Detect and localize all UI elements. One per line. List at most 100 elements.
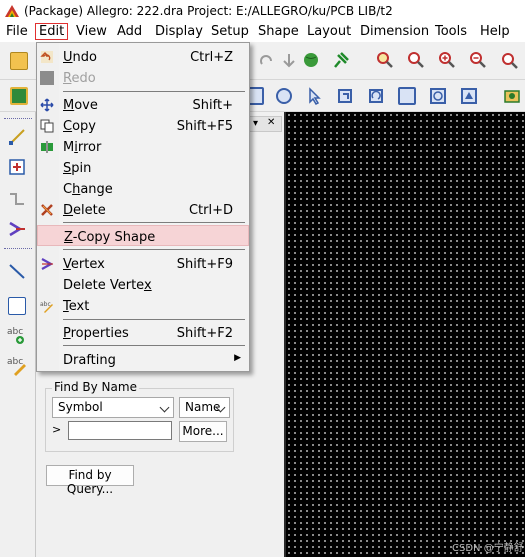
select-arrow-icon[interactable] — [305, 87, 323, 105]
menu-view[interactable]: View — [76, 24, 107, 39]
slide-icon[interactable] — [8, 220, 26, 238]
menu-item-label: Change — [63, 182, 113, 197]
redo-icon — [40, 71, 54, 85]
move-icon — [40, 98, 54, 112]
expand-arrow-icon[interactable]: > — [52, 423, 61, 436]
menu-item-label: Redo — [63, 71, 96, 86]
menu-item-label: Move — [63, 98, 98, 113]
rotate-shape-icon[interactable] — [367, 87, 385, 105]
panel-close-icon[interactable]: ✕ — [267, 117, 275, 128]
menu-tools[interactable]: Tools — [435, 24, 467, 39]
undo-icon — [40, 51, 53, 63]
left-toolbar: abc abc — [0, 112, 36, 557]
menu-item-properties[interactable]: Properties Shift+F2 — [37, 322, 249, 343]
title-bar: (Package) Allegro: 222.dra Project: E:/A… — [0, 0, 525, 22]
globe-icon[interactable] — [302, 51, 320, 69]
circle-shape-icon[interactable] — [429, 87, 447, 105]
menu-item-change[interactable]: Change — [37, 178, 249, 199]
place-component-icon[interactable] — [8, 158, 26, 176]
window-title: (Package) Allegro: 222.dra Project: E:/A… — [24, 4, 393, 18]
find-by-query-button[interactable]: Find by Query... — [46, 465, 134, 496]
zoom-fit-icon[interactable] — [376, 51, 394, 69]
add-connect-icon[interactable] — [8, 128, 26, 146]
chevron-down-icon — [159, 402, 170, 413]
menu-layout[interactable]: Layout — [307, 24, 351, 39]
zoom-in-icon[interactable] — [438, 51, 456, 69]
design-canvas[interactable] — [284, 112, 525, 557]
menu-setup[interactable]: Setup — [211, 24, 249, 39]
menu-item-label: Mirror — [63, 140, 102, 155]
menu-item-label: Undo — [63, 50, 97, 65]
menu-bar: File Edit View Add Display Setup Shape L… — [0, 22, 525, 42]
menu-item-label: Delete Vertex — [63, 278, 152, 293]
menu-item-text[interactable]: abc Text — [37, 295, 249, 316]
menu-item-drafting[interactable]: Drafting ▶ — [37, 349, 249, 370]
find-by-name-label: Find By Name — [52, 380, 139, 394]
route-icon[interactable] — [8, 190, 26, 208]
edit-menu: Undo Ctrl+Z Redo Move Shift+ Copy Shift+… — [36, 42, 250, 372]
shape-edit-icon[interactable] — [336, 87, 354, 105]
menu-item-label: Spin — [63, 161, 92, 176]
menu-item-label: Drafting — [63, 353, 116, 368]
pin-icon[interactable] — [332, 51, 350, 69]
menu-shape[interactable]: Shape — [258, 24, 299, 39]
menu-item-copy[interactable]: Copy Shift+F5 — [37, 115, 249, 136]
square-shape-icon[interactable] — [398, 87, 416, 105]
svg-text:abc: abc — [7, 327, 23, 337]
menu-item-mirror[interactable]: Mirror — [37, 136, 249, 157]
merge-shapes-icon[interactable] — [460, 87, 478, 105]
menu-add[interactable]: Add — [117, 24, 142, 39]
add-text-icon[interactable]: abc — [6, 324, 28, 346]
menu-item-label: Properties — [63, 326, 129, 341]
menu-file[interactable]: File — [6, 24, 28, 39]
text-edit-icon: abc — [40, 301, 53, 313]
object-type-value: Symbol — [58, 400, 103, 414]
menu-item-label: Text — [63, 299, 90, 314]
zoom-window-icon[interactable] — [407, 51, 425, 69]
panel-pin-icon[interactable]: ▾ — [253, 118, 258, 129]
watermark: CSDN @宁静舒 — [452, 543, 524, 554]
redo-toolbar-icon[interactable] — [258, 52, 276, 70]
menu-item-shortcut: Shift+ — [192, 98, 233, 113]
menu-item-z-copy-shape[interactable]: Z-Copy Shape — [37, 225, 249, 246]
submenu-arrow-icon: ▶ — [234, 353, 241, 363]
layer-icon[interactable] — [10, 87, 28, 105]
menu-item-delete-vertex[interactable]: Delete Vertex — [37, 274, 249, 295]
menu-dimension[interactable]: Dimension — [360, 24, 429, 39]
menu-item-delete[interactable]: Delete Ctrl+D — [37, 199, 249, 220]
panel-tab-controls[interactable]: ▾ ✕ — [246, 116, 282, 132]
zoom-previous-icon[interactable] — [500, 51, 518, 69]
circle-tool-icon[interactable] — [275, 87, 293, 105]
menu-display[interactable]: Display — [155, 24, 203, 39]
mirror-icon — [41, 141, 53, 153]
menu-item-shortcut: Ctrl+Z — [190, 50, 233, 65]
menu-edit[interactable]: Edit — [35, 23, 69, 40]
add-rectangle-icon[interactable] — [8, 297, 26, 315]
menu-item-label: Copy — [63, 119, 96, 134]
menu-help[interactable]: Help — [480, 24, 510, 39]
menu-item-redo: Redo — [37, 67, 249, 88]
vertex-icon — [41, 258, 54, 270]
svg-text:abc: abc — [7, 357, 23, 367]
add-line-icon[interactable] — [8, 262, 26, 280]
menu-item-shortcut: Shift+F9 — [176, 257, 233, 272]
copy-icon — [40, 119, 54, 133]
menu-item-vertex[interactable]: Vertex Shift+F9 — [37, 253, 249, 274]
menu-item-shortcut: Shift+F5 — [176, 119, 233, 134]
menu-item-label: Vertex — [63, 257, 105, 272]
new-file-icon[interactable] — [10, 52, 28, 70]
arrow-down-icon[interactable] — [280, 52, 298, 70]
zoom-out-icon[interactable] — [469, 51, 487, 69]
edit-text-icon[interactable]: abc — [6, 354, 28, 376]
object-type-select[interactable]: Symbol — [52, 397, 174, 418]
name-input[interactable] — [68, 421, 172, 440]
menu-item-undo[interactable]: Undo Ctrl+Z — [37, 46, 249, 67]
menu-item-label: Delete — [63, 203, 106, 218]
menu-item-spin[interactable]: Spin — [37, 157, 249, 178]
menu-item-move[interactable]: Move Shift+ — [37, 94, 249, 115]
more-button[interactable]: More... — [179, 421, 227, 442]
3d-view-icon[interactable] — [503, 87, 521, 105]
delete-icon — [41, 204, 53, 216]
match-field-select[interactable]: Name — [179, 397, 230, 418]
allegro-logo-icon — [5, 5, 19, 17]
